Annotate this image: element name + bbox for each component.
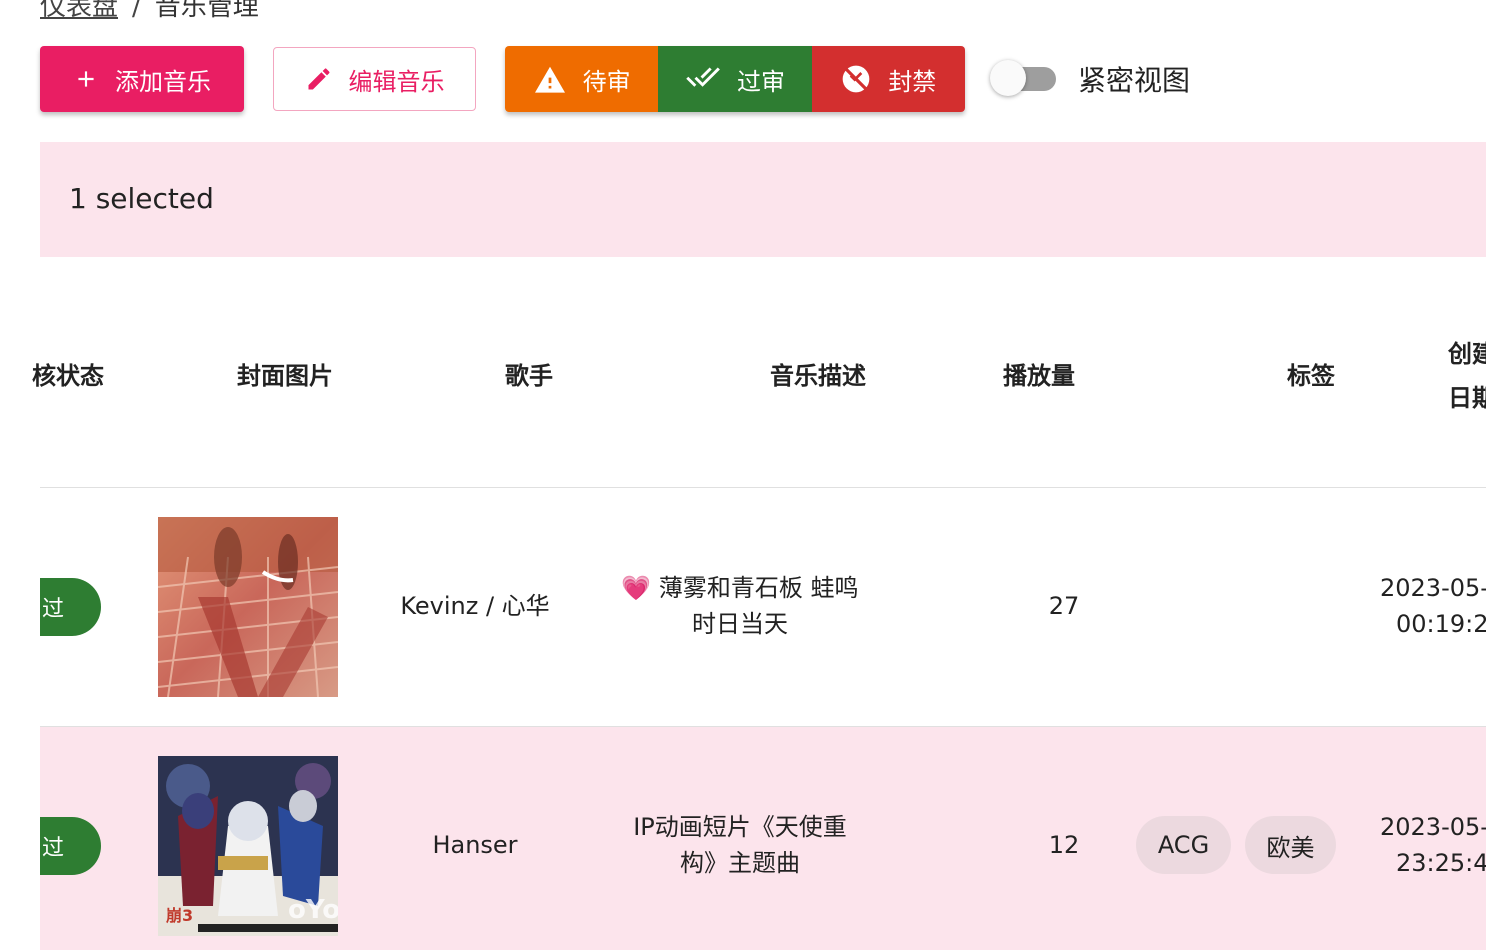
selection-count: 1 selected: [69, 182, 214, 215]
album-cover-image: [158, 517, 338, 697]
tag-chip[interactable]: 欧美: [1245, 816, 1336, 874]
header-cover[interactable]: 封面图片: [237, 356, 333, 391]
breadcrumb: 仪表盘 / 音乐管理: [40, 0, 259, 23]
ban-label: 封禁: [888, 67, 937, 96]
plus-icon: [73, 66, 99, 92]
block-icon: [840, 63, 872, 95]
description-cell-line1: IP动画短片《天使重: [633, 813, 847, 841]
description-cell-line1: 💗 薄雾和青石板 蛙鸣: [621, 574, 859, 602]
header-artist[interactable]: 歌手: [505, 356, 553, 391]
artist-cell: Hanser: [432, 831, 518, 859]
compact-view-switch[interactable]: [988, 58, 1058, 100]
pending-review-label: 待审: [582, 67, 631, 96]
created-time-cell: 00:19:2: [1396, 610, 1486, 638]
created-date-cell: 2023-05-: [1380, 574, 1486, 602]
ban-button[interactable]: 封禁: [811, 46, 965, 112]
pending-review-button[interactable]: 待审: [505, 46, 659, 112]
album-cover-anime-icon: 崩3 oYo: [158, 756, 338, 936]
selection-toolbar: 1 selected: [40, 142, 1486, 257]
artist-cell: Kevinz / 心华: [400, 592, 550, 620]
approve-label: 过审: [736, 67, 785, 96]
switch-thumb: [990, 60, 1026, 96]
tag-chip[interactable]: ACG: [1136, 816, 1231, 874]
created-time-cell: 23:25:4: [1396, 849, 1486, 877]
header-created-line2[interactable]: 日期: [1448, 378, 1486, 413]
done-all-icon: [685, 66, 721, 92]
table-row[interactable]: 过 Kevinz / 心华 💗 薄雾和青石板 蛙鸣 时日当天 27 2023-0…: [40, 488, 1486, 727]
music-admin-page: 仪表盘 / 音乐管理 添加音乐 编辑音乐 待审 过审 封禁 紧密视图 1 sel…: [0, 0, 1486, 950]
breadcrumb-separator: /: [132, 0, 141, 22]
breadcrumb-home-link[interactable]: 仪表盘: [40, 0, 118, 22]
header-status[interactable]: 核状态: [32, 356, 104, 391]
svg-text:崩3: 崩3: [166, 906, 193, 925]
breadcrumb-current: 音乐管理: [154, 0, 259, 22]
status-badge: 过: [40, 578, 101, 636]
header-plays[interactable]: 播放量: [1003, 356, 1075, 391]
approve-button[interactable]: 过审: [658, 46, 812, 112]
warning-icon: [533, 64, 567, 94]
pencil-icon: [305, 65, 333, 93]
review-button-group: 待审 过审 封禁: [505, 46, 965, 112]
description-cell-line2: 构》主题曲: [680, 849, 800, 877]
edit-music-label: 编辑音乐: [348, 67, 445, 96]
add-music-button[interactable]: 添加音乐: [40, 46, 244, 112]
edit-music-button[interactable]: 编辑音乐: [273, 47, 476, 111]
description-cell-line2: 时日当天: [692, 610, 788, 638]
svg-text:oYo: oYo: [288, 895, 338, 925]
compact-view-label: 紧密视图: [1078, 64, 1191, 97]
table-row-selected[interactable]: 过 崩3 oYo Hanser IP动画短片《天使重 构》主题曲 12 ACG …: [40, 727, 1486, 950]
header-created-line1[interactable]: 创建: [1448, 334, 1486, 369]
album-cover-street-icon: [158, 517, 338, 697]
header-tags[interactable]: 标签: [1287, 356, 1335, 391]
plays-cell: 27: [1048, 592, 1080, 620]
album-cover-image: 崩3 oYo: [158, 756, 338, 936]
created-date-cell: 2023-05-: [1380, 813, 1486, 841]
header-description[interactable]: 音乐描述: [770, 356, 866, 391]
plays-cell: 12: [1048, 831, 1080, 859]
status-badge: 过: [40, 817, 101, 875]
compact-view-toggle[interactable]: 紧密视图: [988, 58, 1190, 100]
add-music-label: 添加音乐: [115, 67, 211, 96]
